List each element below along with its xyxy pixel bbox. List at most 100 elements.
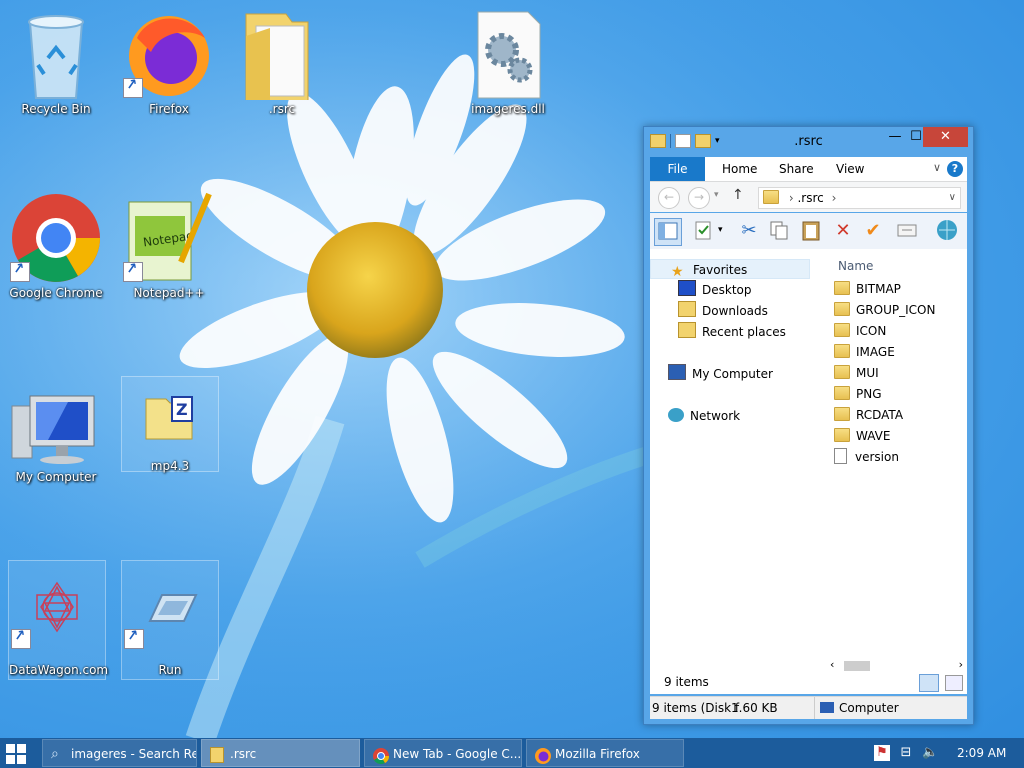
desktop-icon-my-computer[interactable]: My Computer — [8, 376, 104, 484]
desktop-icon-label: mp4.3 — [150, 459, 190, 473]
star-icon: ★ — [671, 264, 684, 280]
title-bar[interactable]: ▾ .rsrc — ☐ ✕ — [644, 127, 973, 157]
list-item[interactable]: ICON — [834, 321, 886, 342]
nav-downloads[interactable]: Downloads — [678, 301, 768, 321]
nav-label: Recent places — [702, 325, 786, 339]
taskbar-button-chrome[interactable]: New Tab - Google C... — [364, 739, 522, 767]
desktop-icon-recycle-bin[interactable]: Recycle Bin — [8, 8, 104, 116]
address-row: ← → ▾ ↑ › .rsrc › ∨ — [650, 182, 967, 212]
taskbar-button-search[interactable]: ⌕ imageres - Search Re... — [42, 739, 197, 767]
taskbar: ⌕ imageres - Search Re... .rsrc New Tab … — [0, 738, 1024, 768]
breadcrumb-chevron-icon[interactable]: › — [789, 191, 794, 205]
nav-favorites[interactable]: ★ Favorites — [650, 259, 810, 279]
navigation-pane-icon[interactable] — [654, 218, 682, 246]
action-center-flag-icon[interactable]: ⚑ — [874, 745, 890, 761]
nav-label: Favorites — [693, 263, 748, 277]
folder-icon — [210, 747, 224, 763]
breadcrumb-current[interactable]: .rsrc — [797, 191, 823, 205]
system-clock[interactable]: 2:09 AM — [957, 738, 1006, 768]
explorer-window[interactable]: ▾ .rsrc — ☐ ✕ File Home Share View ∨ ? ←… — [643, 126, 974, 725]
network-tray-icon[interactable]: ⊟ — [898, 745, 914, 761]
size-status: 1.60 KB — [731, 701, 778, 715]
address-bar[interactable]: › .rsrc › ∨ — [758, 187, 961, 209]
nav-network[interactable]: Network — [668, 406, 740, 426]
tab-share[interactable]: Share — [767, 157, 826, 181]
status-line: 9 items — [650, 671, 967, 693]
tab-home[interactable]: Home — [710, 157, 769, 181]
list-item[interactable]: IMAGE — [834, 342, 895, 363]
desktop-icon-google-chrome[interactable]: Google Chrome — [8, 192, 104, 300]
tab-view[interactable]: View — [824, 157, 876, 181]
desktop-icon — [678, 280, 696, 296]
properties-icon[interactable] — [690, 218, 716, 244]
new-item-icon[interactable] — [894, 218, 920, 244]
scroll-left-icon[interactable]: ‹ — [830, 658, 834, 671]
shortcut-arrow-icon — [123, 78, 143, 98]
scroll-right-icon[interactable]: › — [959, 658, 963, 671]
status-bar: 9 items (Disk f 1.60 KB Computer — [650, 696, 967, 719]
large-icons-view-icon[interactable] — [945, 675, 963, 691]
copy-icon[interactable] — [766, 218, 792, 244]
start-button[interactable] — [6, 744, 26, 764]
disk-status: 9 items (Disk f — [652, 701, 740, 715]
chrome-icon — [373, 746, 390, 765]
desktop-icon-label: .rsrc — [268, 102, 296, 116]
folder-icon — [834, 365, 850, 379]
tab-file[interactable]: File — [650, 157, 705, 181]
desktop-icon-datawagon[interactable]: DataWagon.com — [8, 560, 108, 680]
desktop-icon-run[interactable]: Run — [121, 560, 219, 680]
close-button[interactable]: ✕ — [923, 127, 968, 147]
computer-icon — [668, 364, 686, 380]
content-area: ★ Favorites Desktop Downloads Recent plac… — [650, 249, 967, 694]
column-header-name[interactable]: Name — [838, 259, 873, 273]
list-item[interactable]: version — [834, 447, 899, 468]
list-item[interactable]: GROUP_ICON — [834, 300, 935, 321]
up-button[interactable]: ↑ — [732, 187, 744, 203]
desktop-icon-notepad-plus-plus[interactable]: Notepad Notepad++ — [121, 192, 217, 300]
paste-icon[interactable] — [798, 218, 824, 244]
delete-icon[interactable]: ✕ — [830, 218, 856, 244]
desktop-icon-mp4-3[interactable]: Z mp4.3 — [121, 376, 219, 473]
file-list-pane: Name BITMAP GROUP_ICON ICON IMAGE MUI PN… — [828, 249, 967, 694]
desktop-icon-imageres-dll[interactable]: imageres.dll — [460, 8, 556, 116]
back-button[interactable]: ← — [658, 187, 680, 209]
folder-icon — [834, 281, 850, 295]
desktop-icon-label: Recycle Bin — [21, 102, 91, 116]
nav-recent-places[interactable]: Recent places — [678, 322, 786, 342]
details-view-icon[interactable] — [919, 674, 939, 692]
recycle-bin-icon — [28, 15, 84, 99]
network-globe-icon[interactable] — [934, 218, 960, 244]
taskbar-button-rsrc[interactable]: .rsrc — [201, 739, 360, 767]
search-icon: ⌕ — [51, 746, 59, 762]
address-dropdown-icon[interactable]: ∨ — [949, 188, 956, 208]
folder-icon — [834, 428, 850, 442]
volume-muted-icon[interactable]: 🔈 — [922, 745, 938, 761]
network-icon — [668, 408, 684, 422]
list-item[interactable]: BITMAP — [834, 279, 901, 300]
forward-button[interactable]: → — [688, 187, 710, 209]
desktop-icon-label: imageres.dll — [471, 102, 545, 116]
folder-icon — [834, 386, 850, 400]
list-item[interactable]: WAVE — [834, 426, 890, 447]
list-item[interactable]: RCDATA — [834, 405, 903, 426]
chevron-down-icon[interactable]: ▾ — [718, 225, 723, 235]
list-item[interactable]: PNG — [834, 384, 882, 405]
desktop-icon-rsrc-folder[interactable]: .rsrc — [234, 8, 330, 116]
help-button[interactable]: ? — [947, 161, 963, 177]
breadcrumb-chevron-icon[interactable]: › — [832, 191, 837, 205]
folder-icon — [834, 407, 850, 421]
desktop-icon-label: Notepad++ — [133, 286, 205, 300]
shortcut-arrow-icon — [123, 262, 143, 282]
nav-my-computer[interactable]: My Computer — [668, 364, 773, 384]
rename-check-icon[interactable]: ✔ — [860, 218, 886, 244]
recent-locations-icon[interactable]: ▾ — [714, 190, 719, 200]
desktop-icon-firefox[interactable]: Firefox — [121, 8, 217, 116]
expand-ribbon-icon[interactable]: ∨ — [933, 161, 941, 174]
taskbar-button-firefox[interactable]: Mozilla Firefox — [526, 739, 684, 767]
desktop-icon-label: Google Chrome — [9, 286, 103, 300]
nav-desktop[interactable]: Desktop — [678, 280, 752, 300]
list-item[interactable]: MUI — [834, 363, 879, 384]
desktop-icon-label: My Computer — [15, 470, 97, 484]
downloads-folder-icon — [678, 301, 696, 317]
cut-icon[interactable]: ✂ — [736, 218, 762, 244]
